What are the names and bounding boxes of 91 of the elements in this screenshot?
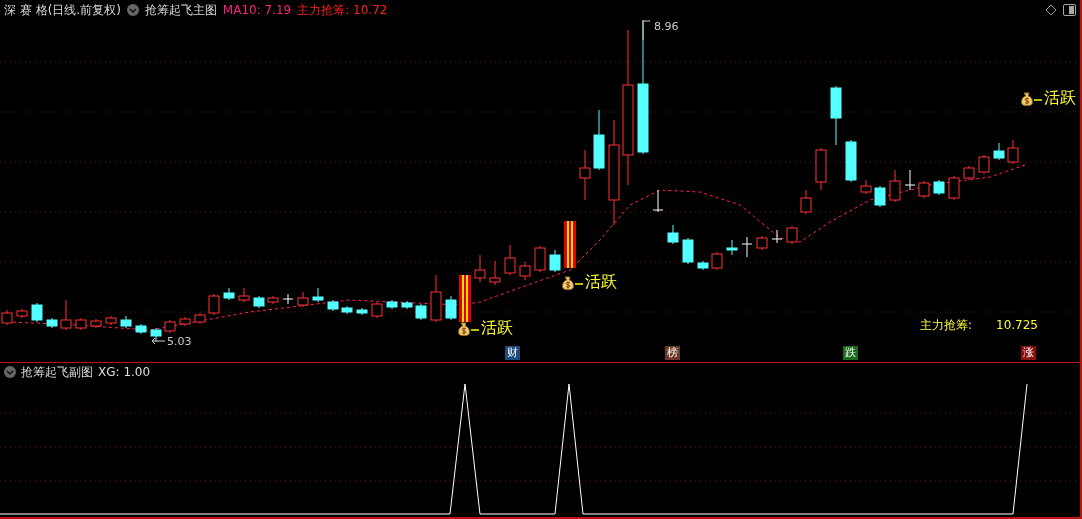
- candlestick: [918, 180, 930, 199]
- candlestick: [164, 319, 176, 334]
- candlestick: [579, 149, 591, 201]
- candlestick: [741, 236, 753, 258]
- ma-reading: MA10: 7.19: [222, 3, 292, 17]
- candlestick: [194, 312, 206, 325]
- candlestick: [297, 291, 309, 308]
- candlestick: [179, 316, 191, 327]
- candlestick: [474, 254, 486, 283]
- candlestick: [948, 175, 960, 201]
- chevron-down-icon[interactable]: [126, 4, 139, 16]
- candlestick: [504, 244, 516, 276]
- candlestick: [993, 142, 1005, 161]
- chevron-down-icon[interactable]: [4, 366, 16, 378]
- leader-arrow: [151, 337, 166, 345]
- candlestick: [46, 317, 58, 329]
- candlestick: [978, 154, 990, 175]
- candlestick: [75, 317, 87, 331]
- signal-label: 活跃: [481, 318, 513, 339]
- candlestick: [889, 169, 901, 203]
- candlestick: [386, 299, 398, 310]
- candlestick: [667, 224, 679, 245]
- low-price-label: 5.03: [167, 335, 192, 349]
- candlestick: [786, 225, 798, 245]
- candlestick: [430, 274, 442, 323]
- candlestick: [371, 301, 383, 319]
- candlestick: [31, 302, 43, 323]
- event-badge[interactable]: 跌: [843, 346, 858, 360]
- candlestick: [1007, 139, 1019, 165]
- signal-bar: [564, 221, 576, 268]
- candlestick: [711, 251, 723, 271]
- candlestick: [238, 287, 250, 303]
- candlestick: [341, 305, 353, 315]
- candlestick: [697, 260, 709, 271]
- candlestick: [312, 287, 324, 303]
- candlestick: [150, 327, 162, 343]
- candlestick: [904, 169, 916, 191]
- candlestick: [652, 189, 664, 213]
- sub-indicator-name: 抢筹起飞副图: [21, 363, 93, 381]
- candlestick: [489, 260, 501, 286]
- leader-line: [642, 20, 651, 41]
- candlestick: [771, 229, 783, 244]
- diamond-icon[interactable]: [1045, 4, 1057, 16]
- candlestick: [963, 165, 975, 181]
- event-badge[interactable]: 榜: [665, 346, 680, 360]
- readout-value: 10.725: [996, 318, 1038, 332]
- candlestick: [267, 295, 279, 305]
- signal-label: 活跃: [1044, 88, 1076, 109]
- stock-title: 深 赛 格(日线.前复权): [4, 1, 121, 19]
- high-price-label: 8.96: [654, 20, 679, 34]
- candlestick: [845, 139, 857, 183]
- signal-label: 活跃: [585, 272, 617, 293]
- xg-reading: XG: 1.00: [98, 365, 151, 379]
- candlestick: [60, 299, 72, 331]
- candlestick: [800, 189, 812, 215]
- candlestick: [208, 293, 220, 316]
- candlestick: [860, 179, 872, 195]
- candlestick: [135, 323, 147, 335]
- main-force-reading: 主力抢筹: 10.72: [297, 1, 388, 19]
- money-bag-icon: [1019, 90, 1043, 107]
- candlestick: [933, 179, 945, 196]
- candlestick: [815, 147, 827, 191]
- candlestick: [593, 109, 605, 171]
- money-bag-icon: [456, 320, 480, 337]
- candlestick: [105, 315, 117, 326]
- candlestick: [874, 185, 886, 208]
- candlestick: [756, 235, 768, 251]
- candlestick: [90, 318, 102, 329]
- readout-label: 主力抢筹:: [920, 318, 973, 332]
- candlestick: [830, 85, 842, 146]
- event-badge[interactable]: 财: [505, 346, 520, 360]
- event-badge[interactable]: 涨: [1021, 346, 1036, 360]
- indicator-name: 抢筹起飞主图: [144, 1, 217, 19]
- candlestick: [16, 308, 28, 319]
- panel-icon[interactable]: [1063, 4, 1076, 16]
- candlestick: [356, 307, 368, 316]
- candlestick: [726, 239, 738, 256]
- candlestick: [682, 237, 694, 265]
- signal-bar: [459, 275, 471, 322]
- candlestick: [253, 295, 265, 309]
- candlestick: [327, 299, 339, 312]
- candlestick: [445, 295, 457, 321]
- candlestick: [415, 303, 427, 321]
- candlestick: [223, 287, 235, 301]
- candlestick: [519, 261, 531, 281]
- candlestick: [120, 315, 132, 329]
- candlestick: [549, 249, 561, 273]
- money-bag-icon: [560, 274, 584, 291]
- candlestick: [401, 300, 413, 310]
- candlestick: [534, 245, 546, 273]
- candlestick: [282, 293, 294, 305]
